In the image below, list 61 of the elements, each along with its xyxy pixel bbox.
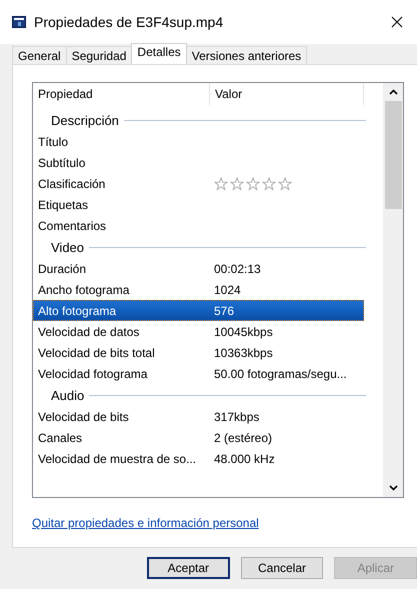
property-row[interactable]: Clasificación [33, 173, 364, 194]
tab[interactable]: Detalles [131, 43, 187, 64]
star-icon[interactable] [230, 176, 244, 190]
property-row[interactable]: Alto fotograma 576 [33, 300, 364, 321]
property-row[interactable]: Ancho fotograma 1024 [33, 279, 364, 300]
file-icon [12, 15, 26, 29]
property-value: 10363kbps [213, 346, 273, 360]
property-name: Duración [37, 262, 88, 276]
property-name: Velocidad de bits total [37, 346, 156, 360]
property-name: Ancho fotograma [37, 282, 130, 296]
star-icon[interactable] [246, 176, 260, 190]
tab[interactable]: Seguridad [66, 46, 132, 64]
star-icon[interactable] [214, 176, 228, 190]
group-heading: Descripción [51, 112, 119, 128]
dialog-button[interactable]: Cancelar [240, 557, 324, 579]
window-title: Propiedades de E3F4sup.mp4 [34, 14, 224, 30]
property-value: 2 (estéreo) [213, 430, 272, 444]
group-heading: Video [51, 240, 84, 254]
property-value: 1024 [213, 282, 241, 296]
scrollbar[interactable] [383, 83, 403, 497]
tab[interactable]: Versiones anteriores [186, 46, 308, 64]
property-value: 317kbps [213, 410, 260, 424]
close-icon [391, 16, 403, 28]
property-name: Título [37, 134, 70, 148]
property-row[interactable]: Velocidad de bits 317kbps [33, 406, 364, 427]
property-row[interactable]: Comentarios [33, 215, 364, 236]
scroll-down-icon[interactable] [388, 485, 398, 491]
column-header[interactable]: Propiedad [33, 83, 210, 105]
property-row[interactable]: Velocidad de muestra de so... 48.000 kHz [33, 448, 364, 469]
star-icon[interactable] [278, 176, 292, 190]
star-icon[interactable] [262, 176, 276, 190]
tab[interactable]: General [12, 46, 67, 64]
property-name: Velocidad de muestra de so... [37, 452, 198, 466]
property-row[interactable]: Etiquetas [33, 194, 364, 215]
property-name: Velocidad de datos [37, 324, 140, 338]
dialog-button[interactable]: Aceptar [147, 557, 230, 579]
property-name: Clasificación [37, 176, 106, 190]
property-row[interactable]: Título [33, 131, 364, 152]
property-name: Subtítulo [37, 156, 86, 170]
property-value: 50.00 fotogramas/segu... [213, 366, 347, 380]
property-name: Alto fotograma [37, 304, 118, 318]
property-name: Comentarios [37, 218, 108, 232]
group-heading: Audio [51, 388, 84, 402]
property-row[interactable]: Velocidad fotograma 50.00 fotogramas/segu... [33, 363, 364, 384]
property-row[interactable]: Subtítulo [33, 152, 364, 173]
property-row[interactable]: Velocidad de bits total 10363kbps [33, 342, 364, 363]
property-name: Etiquetas [37, 198, 90, 212]
property-name: Velocidad de bits [37, 410, 130, 424]
property-value: 00:02:13 [213, 262, 261, 276]
scroll-up-icon[interactable] [388, 89, 398, 95]
scroll-thumb[interactable] [384, 101, 402, 209]
property-name: Velocidad fotograma [37, 366, 148, 380]
property-name: Canales [37, 430, 84, 444]
property-value: 10045kbps [213, 324, 273, 338]
column-header[interactable]: Valor [210, 83, 364, 105]
property-value: 576 [213, 304, 234, 318]
property-value: 48.000 kHz [213, 452, 275, 466]
property-row[interactable]: Canales 2 (estéreo) [33, 427, 364, 448]
remove-properties-link[interactable]: Quitar propiedades e información personal [32, 516, 259, 530]
property-row[interactable]: Velocidad de datos 10045kbps [33, 321, 364, 342]
property-row[interactable]: Duración 00:02:13 [33, 258, 364, 279]
